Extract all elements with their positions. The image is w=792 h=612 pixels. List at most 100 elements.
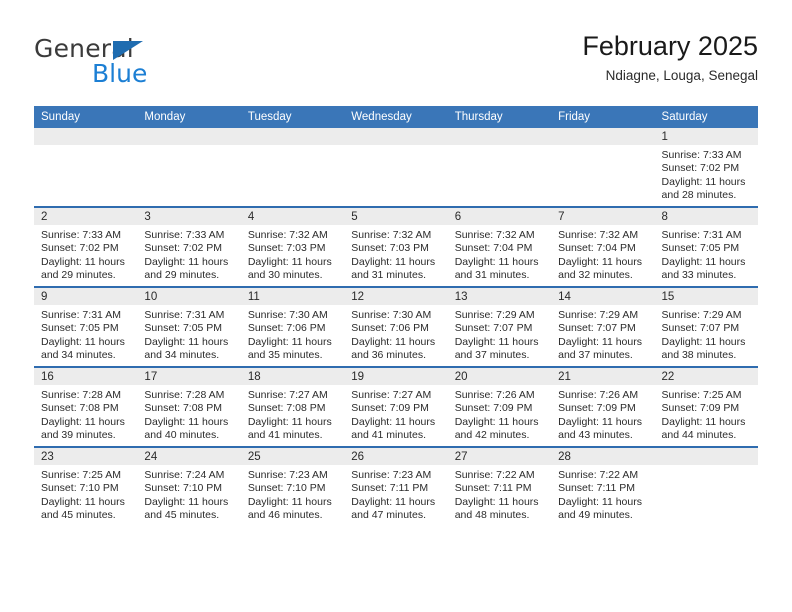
- day-cell-empty: [551, 128, 655, 207]
- day-cell[interactable]: 21 Sunrise: 7:26 AM Sunset: 7:09 PM Dayligh…: [551, 366, 655, 447]
- day-number: 6: [447, 208, 552, 225]
- day-cell[interactable]: 19 Sunrise: 7:27 AM Sunset: 7:09 PM Dayligh…: [344, 366, 448, 447]
- sunset-text: Sunset: 7:11 PM: [351, 482, 429, 495]
- sunset-text: Sunset: 7:05 PM: [661, 242, 740, 255]
- sunset-text: Sunset: 7:10 PM: [247, 482, 326, 495]
- week-row: 2 Sunrise: 7:33 AM Sunset: 7:02 PM Daylight…: [34, 206, 758, 287]
- day-cell[interactable]: 11 Sunrise: 7:30 AM Sunset: 7:06 PM Dayligh…: [240, 286, 345, 367]
- day-number: [344, 128, 448, 145]
- day-cell[interactable]: 20 Sunrise: 7:26 AM Sunset: 7:09 PM Dayligh…: [447, 366, 552, 447]
- sunrise-text: Sunrise: 7:28 AM: [41, 389, 121, 401]
- sunset-text: Sunset: 7:05 PM: [144, 322, 223, 335]
- sunrise-text: Sunrise: 7:25 AM: [661, 389, 742, 401]
- daylight-text: Daylight: 11 hours and 43 minutes.: [558, 415, 642, 442]
- day-details: Sunrise: 7:32 AM Sunset: 7:03 PM Daylight:…: [241, 225, 344, 283]
- day-number: 7: [551, 208, 655, 225]
- day-details: Sunrise: 7:33 AM Sunset: 7:02 PM Daylight:…: [655, 145, 758, 203]
- day-number: [447, 128, 552, 145]
- daylight-text: Daylight: 11 hours and 31 minutes.: [351, 255, 436, 282]
- day-details: Sunrise: 7:29 AM Sunset: 7:07 PM Daylight:…: [655, 305, 758, 363]
- day-cell-empty: [344, 128, 448, 207]
- day-number: 1: [654, 128, 758, 145]
- day-number: 12: [344, 288, 448, 305]
- day-cell[interactable]: 17 Sunrise: 7:28 AM Sunset: 7:08 PM Dayligh…: [137, 366, 241, 447]
- day-cell[interactable]: 23 Sunrise: 7:25 AM Sunset: 7:10 PM Dayligh…: [34, 446, 138, 526]
- day-details: Sunrise: 7:31 AM Sunset: 7:05 PM Daylight:…: [34, 305, 137, 363]
- sunrise-text: Sunrise: 7:27 AM: [247, 389, 328, 401]
- daylight-text: Daylight: 11 hours and 34 minutes.: [41, 335, 125, 362]
- day-details: Sunrise: 7:24 AM Sunset: 7:10 PM Daylight:…: [137, 465, 240, 523]
- day-number: 8: [654, 208, 758, 225]
- day-number: [551, 128, 655, 145]
- day-details: Sunrise: 7:26 AM Sunset: 7:09 PM Daylight:…: [448, 385, 551, 443]
- daylight-text: Daylight: 11 hours and 49 minutes.: [558, 495, 642, 522]
- day-cell-empty: [240, 128, 345, 207]
- sunrise-text: Sunrise: 7:33 AM: [661, 149, 742, 161]
- day-cell[interactable]: 9 Sunrise: 7:31 AM Sunset: 7:05 PM Daylight…: [34, 286, 138, 367]
- day-cell[interactable]: 22 Sunrise: 7:25 AM Sunset: 7:09 PM Dayligh…: [654, 366, 758, 447]
- day-details: Sunrise: 7:31 AM Sunset: 7:05 PM Daylight:…: [655, 225, 758, 283]
- sunset-text: Sunset: 7:02 PM: [661, 162, 740, 175]
- day-cell[interactable]: 2 Sunrise: 7:33 AM Sunset: 7:02 PM Daylight…: [34, 206, 138, 287]
- general-blue-logo[interactable]: General Blue: [34, 34, 264, 96]
- daylight-text: Daylight: 11 hours and 42 minutes.: [454, 415, 539, 442]
- day-cell[interactable]: 1 Sunrise: 7:33 AM Sunset: 7:02 PM Daylight…: [654, 128, 758, 207]
- day-cell[interactable]: 6 Sunrise: 7:32 AM Sunset: 7:04 PM Daylight…: [447, 206, 552, 287]
- sunset-text: Sunset: 7:07 PM: [454, 322, 533, 335]
- day-cell[interactable]: 8 Sunrise: 7:31 AM Sunset: 7:05 PM Daylight…: [654, 206, 758, 287]
- day-details: Sunrise: 7:29 AM Sunset: 7:07 PM Daylight:…: [551, 305, 654, 363]
- day-details: Sunrise: 7:27 AM Sunset: 7:09 PM Daylight:…: [344, 385, 447, 443]
- sunrise-text: Sunrise: 7:23 AM: [247, 469, 328, 481]
- day-cell[interactable]: 12 Sunrise: 7:30 AM Sunset: 7:06 PM Dayligh…: [344, 286, 448, 367]
- daylight-text: Daylight: 11 hours and 36 minutes.: [351, 335, 436, 362]
- daylight-text: Daylight: 11 hours and 32 minutes.: [558, 255, 642, 282]
- weekday-header-saturday: Saturday: [654, 106, 758, 128]
- sunrise-text: Sunrise: 7:31 AM: [661, 229, 742, 241]
- day-cell[interactable]: 16 Sunrise: 7:28 AM Sunset: 7:08 PM Dayligh…: [34, 366, 138, 447]
- calendar-table: Sunday Monday Tuesday Wednesday Thursday Frid…: [34, 106, 758, 526]
- day-cell[interactable]: 18 Sunrise: 7:27 AM Sunset: 7:08 PM Dayligh…: [240, 366, 345, 447]
- sunset-text: Sunset: 7:10 PM: [41, 482, 119, 495]
- day-number: 17: [137, 368, 241, 385]
- day-cell[interactable]: 10 Sunrise: 7:31 AM Sunset: 7:05 PM Dayligh…: [137, 286, 241, 367]
- daylight-text: Daylight: 11 hours and 31 minutes.: [454, 255, 539, 282]
- day-cell[interactable]: 24 Sunrise: 7:24 AM Sunset: 7:10 PM Dayligh…: [137, 446, 241, 526]
- sunrise-text: Sunrise: 7:30 AM: [351, 309, 432, 321]
- calendar-grid: Sunday Monday Tuesday Wednesday Thursday Frid…: [34, 106, 758, 526]
- day-cell[interactable]: 5 Sunrise: 7:32 AM Sunset: 7:03 PM Daylight…: [344, 206, 448, 287]
- day-cell[interactable]: 25 Sunrise: 7:23 AM Sunset: 7:10 PM Dayligh…: [240, 446, 345, 526]
- daylight-text: Daylight: 11 hours and 37 minutes.: [558, 335, 642, 362]
- day-number: 4: [240, 208, 345, 225]
- day-cell[interactable]: 14 Sunrise: 7:29 AM Sunset: 7:07 PM Dayligh…: [551, 286, 655, 367]
- sunrise-text: Sunrise: 7:33 AM: [144, 229, 225, 241]
- daylight-text: Daylight: 11 hours and 37 minutes.: [454, 335, 539, 362]
- weekday-header-friday: Friday: [551, 106, 655, 128]
- daylight-text: Daylight: 11 hours and 41 minutes.: [351, 415, 436, 442]
- day-cell[interactable]: 13 Sunrise: 7:29 AM Sunset: 7:07 PM Dayligh…: [447, 286, 552, 367]
- day-cell[interactable]: 4 Sunrise: 7:32 AM Sunset: 7:03 PM Daylight…: [240, 206, 345, 287]
- day-cell[interactable]: 28 Sunrise: 7:22 AM Sunset: 7:11 PM Dayligh…: [551, 446, 655, 526]
- daylight-text: Daylight: 11 hours and 28 minutes.: [661, 175, 746, 202]
- page-subtitle: Ndiagne, Louga, Senegal: [605, 68, 758, 83]
- day-cell[interactable]: 15 Sunrise: 7:29 AM Sunset: 7:07 PM Dayligh…: [654, 286, 758, 367]
- sunset-text: Sunset: 7:07 PM: [661, 322, 740, 335]
- day-cell[interactable]: 26 Sunrise: 7:23 AM Sunset: 7:11 PM Dayligh…: [344, 446, 448, 526]
- day-cell[interactable]: 3 Sunrise: 7:33 AM Sunset: 7:02 PM Daylight…: [137, 206, 241, 287]
- sunset-text: Sunset: 7:07 PM: [558, 322, 636, 335]
- sunrise-text: Sunrise: 7:28 AM: [144, 389, 225, 401]
- weekday-header-sunday: Sunday: [34, 106, 138, 128]
- day-cell[interactable]: 7 Sunrise: 7:32 AM Sunset: 7:04 PM Daylight…: [551, 206, 655, 287]
- sunset-text: Sunset: 7:08 PM: [247, 402, 326, 415]
- day-details: Sunrise: 7:27 AM Sunset: 7:08 PM Daylight:…: [241, 385, 344, 443]
- day-details: Sunrise: 7:28 AM Sunset: 7:08 PM Daylight:…: [137, 385, 240, 443]
- weekday-header-thursday: Thursday: [447, 106, 552, 128]
- sunset-text: Sunset: 7:11 PM: [454, 482, 532, 495]
- day-cell[interactable]: 27 Sunrise: 7:22 AM Sunset: 7:11 PM Dayligh…: [447, 446, 552, 526]
- sunset-text: Sunset: 7:09 PM: [351, 402, 429, 415]
- sunset-text: Sunset: 7:09 PM: [661, 402, 740, 415]
- sunset-text: Sunset: 7:04 PM: [558, 242, 636, 255]
- sunset-text: Sunset: 7:09 PM: [454, 402, 533, 415]
- day-number: 21: [551, 368, 655, 385]
- day-number: 25: [240, 448, 345, 465]
- sunrise-text: Sunrise: 7:31 AM: [41, 309, 121, 321]
